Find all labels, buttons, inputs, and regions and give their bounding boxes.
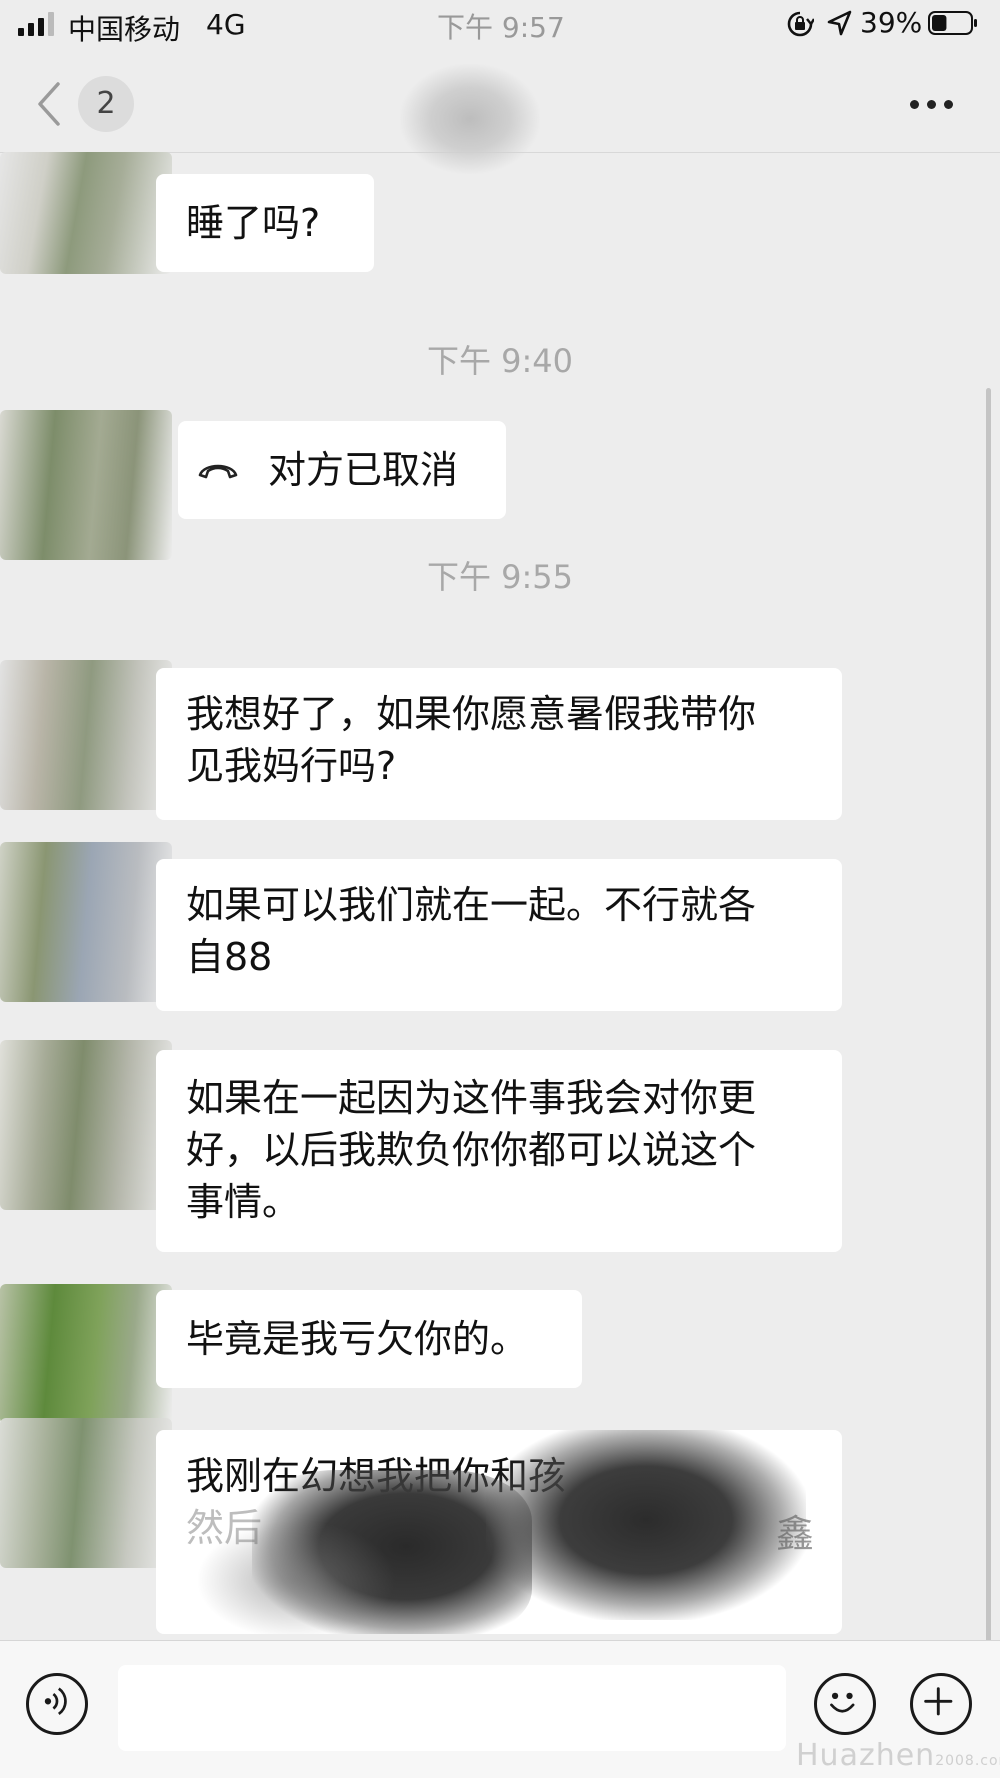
status-bar: 中国移动 4G 下午 9:57 39% — [0, 0, 1000, 50]
rotation-lock-icon — [787, 11, 814, 37]
message-bubble[interactable]: 如果可以我们就在一起。不行就各 自88 — [156, 859, 842, 1011]
watermark-main: Huazhen — [796, 1738, 936, 1773]
message-bubble[interactable]: 如果在一起因为这件事我会对你更 好，以后我欺负你你都可以说这个 事情。 — [156, 1050, 842, 1252]
avatar[interactable] — [0, 1040, 172, 1210]
redaction-scribble — [196, 1520, 396, 1634]
message-text-line: 见我妈行吗? — [186, 744, 397, 788]
message-bubble[interactable]: 睡了吗? — [156, 174, 374, 272]
avatar[interactable] — [0, 842, 172, 1002]
battery-icon — [928, 11, 977, 35]
message-bubble[interactable]: 我刚在幻想我把你和孩 然后 鑫 — [156, 1430, 842, 1634]
avatar[interactable] — [0, 660, 172, 810]
unread-count-badge[interactable]: 2 — [78, 76, 134, 132]
message-text-line: 好，以后我欺负你你都可以说这个 — [186, 1128, 757, 1172]
ellipsis-icon[interactable] — [908, 94, 956, 114]
smiley-icon[interactable] — [814, 1673, 876, 1735]
avatar[interactable] — [0, 1418, 172, 1568]
call-record-bubble[interactable]: 对方已取消 — [178, 421, 506, 519]
status-time: 下午 9:57 — [437, 11, 565, 44]
redaction-scribble — [486, 1430, 806, 1620]
scrollbar[interactable] — [986, 388, 991, 1778]
avatar[interactable] — [0, 1284, 172, 1424]
message-bubble[interactable]: 我想好了，如果你愿意暑假我带你 见我妈行吗? — [156, 668, 842, 820]
message-text-line: 事情。 — [186, 1180, 301, 1224]
message-list[interactable]: 睡了吗? 下午 9:40 对方已取消 下午 9:55 我想好了，如果你愿意暑假我… — [0, 152, 1000, 1778]
avatar[interactable] — [0, 410, 172, 560]
call-status-text: 对方已取消 — [268, 448, 459, 492]
signal-strength-icon — [18, 12, 58, 36]
watermark: Huazhen2008.com — [796, 1738, 1000, 1773]
carrier-name: 中国移动 — [68, 13, 181, 46]
chat-header: 2 — [0, 56, 1000, 174]
avatar[interactable] — [0, 152, 172, 274]
message-text-line: 如果在一起因为这件事我会对你更 — [186, 1076, 757, 1120]
message-text-line: 如果可以我们就在一起。不行就各 — [186, 883, 757, 927]
message-text: 睡了吗? — [186, 201, 321, 245]
message-text: 毕竟是我亏欠你的。 — [186, 1317, 529, 1361]
message-timestamp: 下午 9:55 — [426, 558, 574, 596]
message-text-line: 自88 — [186, 935, 273, 979]
location-arrow-icon — [827, 10, 852, 36]
network-type: 4G — [206, 8, 246, 41]
message-timestamp: 下午 9:40 — [426, 342, 574, 380]
voice-icon[interactable] — [26, 1673, 88, 1735]
message-bubble[interactable]: 毕竟是我亏欠你的。 — [156, 1290, 582, 1388]
message-input[interactable] — [118, 1665, 786, 1751]
plus-icon[interactable] — [910, 1673, 972, 1735]
phone-hangup-icon — [198, 464, 238, 479]
battery-percent: 39% — [860, 6, 923, 39]
message-text-line: 我想好了，如果你愿意暑假我带你 — [186, 692, 757, 736]
chevron-left-icon[interactable] — [34, 80, 64, 128]
watermark-sub: 2008.com — [935, 1753, 1000, 1769]
